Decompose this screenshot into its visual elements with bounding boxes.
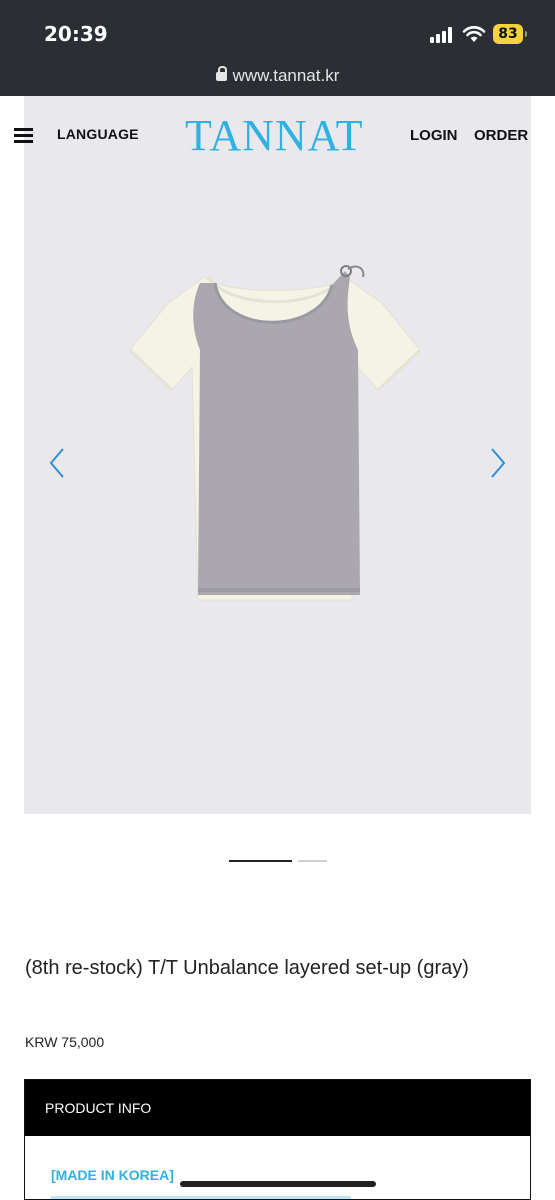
status-bar: 20:39 83 www.tannat.kr: [0, 0, 555, 96]
address-bar[interactable]: www.tannat.kr: [0, 66, 555, 86]
login-link[interactable]: LOGIN: [410, 127, 458, 144]
cellular-signal-icon: [430, 27, 456, 43]
menu-icon[interactable]: [14, 128, 33, 143]
chevron-left-icon[interactable]: [46, 446, 68, 480]
lock-icon: [215, 66, 227, 81]
site-logo[interactable]: TANNAT: [185, 110, 363, 161]
product-title: (8th re-stock) T/T Unbalance layered set…: [25, 957, 469, 979]
product-price: KRW 75,000: [25, 1034, 105, 1050]
origin-label: [MADE IN KOREA]: [51, 1167, 174, 1183]
product-info-heading[interactable]: PRODUCT INFO: [25, 1080, 530, 1136]
url-text: www.tannat.kr: [232, 66, 340, 85]
battery-indicator: 83: [493, 24, 527, 44]
truncated-text-line: [51, 1196, 351, 1199]
order-link[interactable]: ORDER: [474, 127, 528, 144]
chevron-right-icon[interactable]: [487, 446, 509, 480]
clock: 20:39: [44, 22, 108, 46]
product-photo-garment: [128, 265, 422, 601]
wifi-icon: [462, 26, 486, 42]
carousel-dot[interactable]: [298, 860, 327, 862]
language-link[interactable]: LANGUAGE: [57, 126, 139, 142]
home-indicator[interactable]: [180, 1181, 376, 1187]
carousel-dot-active[interactable]: [229, 860, 292, 862]
